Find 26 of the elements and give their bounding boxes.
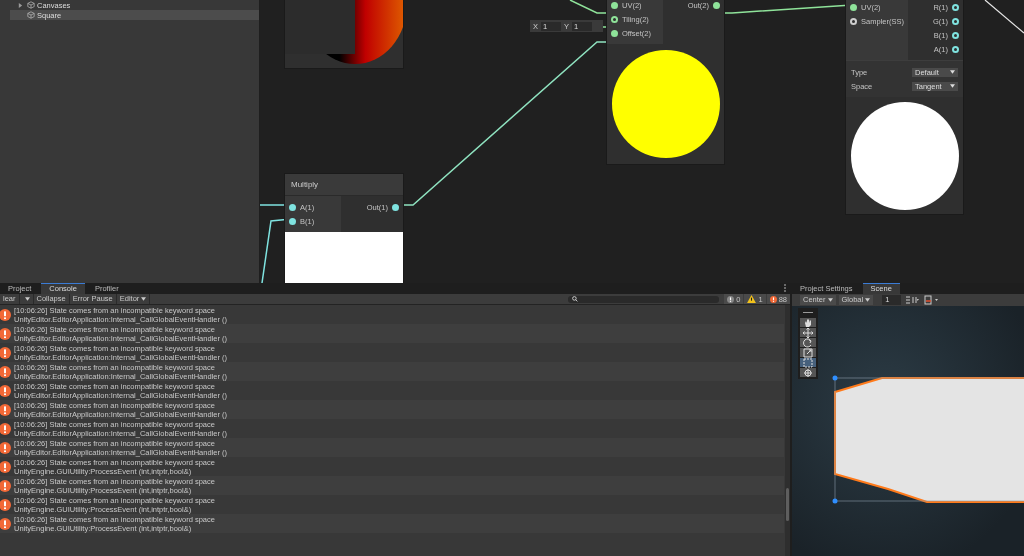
scene-view[interactable] <box>792 306 1024 556</box>
caret-icon <box>24 297 30 301</box>
hand-tool-button[interactable] <box>800 318 816 327</box>
gizmo-icon[interactable] <box>923 295 940 305</box>
rotate-tool-button[interactable] <box>800 338 816 347</box>
node-title: Multiply <box>285 174 403 196</box>
collapsed-arrow-icon[interactable] <box>18 2 23 8</box>
caret-icon <box>827 298 833 302</box>
transform-tool-button[interactable] <box>800 368 816 377</box>
cube-icon <box>27 1 35 9</box>
selected-sprite-shape[interactable] <box>834 377 1024 503</box>
scrollbar[interactable] <box>785 305 790 556</box>
grid-snap-icon[interactable] <box>904 295 921 305</box>
caret-icon <box>141 297 147 301</box>
caret-icon <box>865 298 871 302</box>
resize-handle[interactable] <box>832 375 838 381</box>
caret-icon <box>950 84 955 88</box>
move-tool-button[interactable] <box>800 328 816 337</box>
resize-handle[interactable] <box>832 498 838 504</box>
cube-icon <box>27 11 35 19</box>
connection-line <box>984 0 1024 34</box>
search-field[interactable] <box>568 295 720 303</box>
scale-tool-button[interactable] <box>800 348 816 357</box>
caret-icon <box>950 70 955 74</box>
search-icon <box>572 296 579 302</box>
rect-tool-button[interactable] <box>800 358 816 367</box>
